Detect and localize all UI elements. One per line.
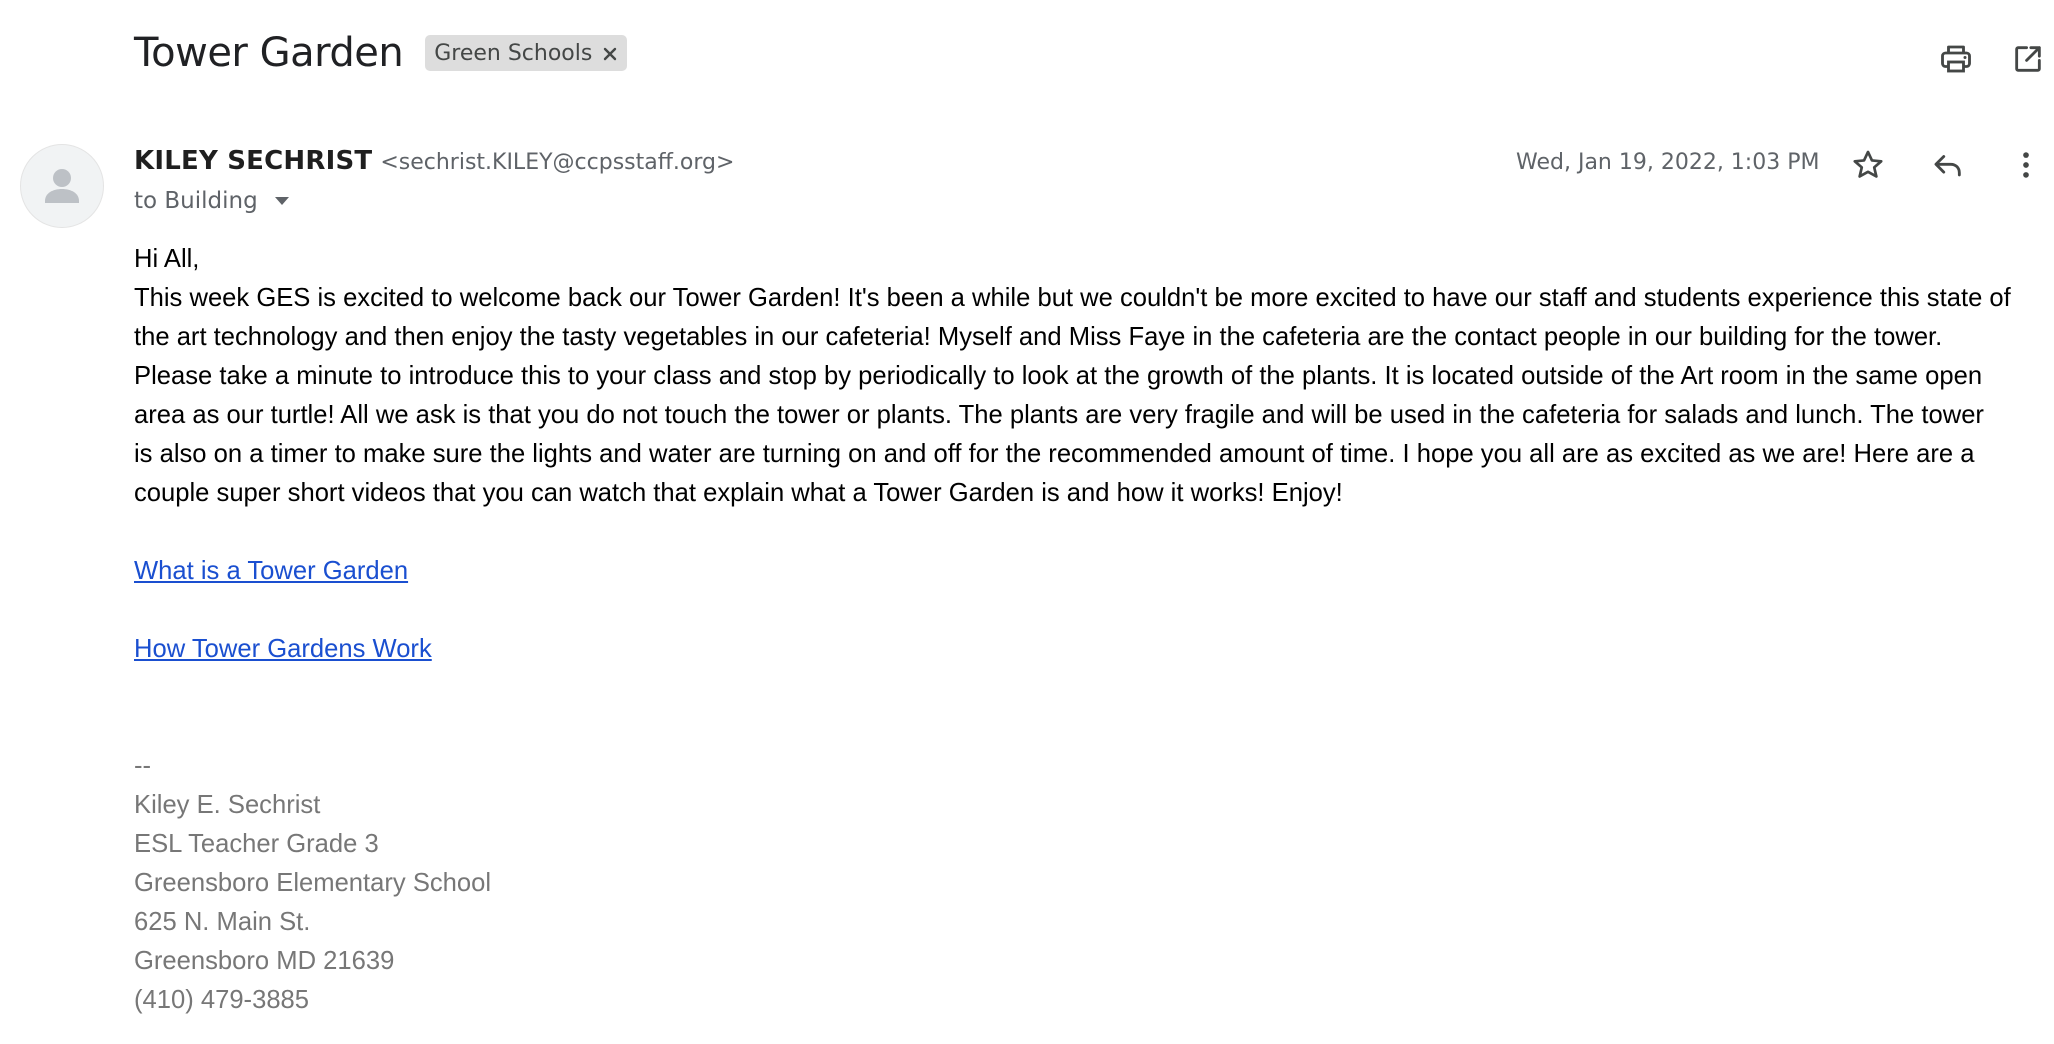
link-what-is-tower-garden[interactable]: What is a Tower Garden [134, 557, 408, 585]
reply-icon [1934, 155, 1961, 177]
open-in-new-window-icon [2015, 46, 2041, 72]
subject-row: Tower Garden Green Schools [134, 30, 628, 76]
email-body: Hi All, This week GES is excited to welc… [134, 240, 2054, 1020]
link-how-tower-gardens-work[interactable]: How Tower Gardens Work [134, 635, 432, 663]
star-icon [1853, 150, 1883, 178]
signature-name: Kiley E. Sechrist [134, 791, 321, 819]
greeting: Hi All, [134, 245, 200, 273]
body-line: This week GES is excited to welcome back… [134, 284, 2011, 312]
sender-email: <sechrist.KILEY@ccpsstaff.org> [380, 150, 735, 175]
caret-down-icon[interactable] [274, 196, 290, 206]
signature-school: Greensboro Elementary School [134, 869, 492, 897]
sender-avatar[interactable] [20, 144, 104, 228]
recipient-text: to Building [134, 188, 258, 214]
sender-name[interactable]: KILEY SECHRIST [134, 146, 372, 176]
body-line: the art technology and then enjoy the ta… [134, 323, 1943, 351]
signature-separator: -- [134, 752, 152, 780]
open-in-new-window-button[interactable] [2008, 39, 2048, 79]
signature-street: 625 N. Main St. [134, 908, 311, 936]
email-date: Wed, Jan 19, 2022, 1:03 PM [1516, 150, 1820, 175]
email-subject: Tower Garden [134, 30, 404, 76]
reply-button[interactable] [1928, 145, 1968, 185]
print-icon [1941, 45, 1971, 73]
signature-phone: (410) 479-3885 [134, 986, 310, 1014]
body-line: is also on a timer to make sure the ligh… [134, 440, 1975, 468]
more-options-button[interactable] [2006, 145, 2046, 185]
signature-city: Greensboro MD 21639 [134, 947, 395, 975]
label-chip-text: Green Schools [434, 40, 593, 66]
print-button[interactable] [1936, 39, 1976, 79]
signature-title: ESL Teacher Grade 3 [134, 830, 379, 858]
close-icon[interactable] [601, 44, 619, 62]
label-chip-green-schools[interactable]: Green Schools [425, 35, 628, 71]
recipient-row: to Building [134, 188, 290, 214]
body-line: area as our turtle! All we ask is that y… [134, 401, 1984, 429]
body-line: couple super short videos that you can w… [134, 479, 1343, 507]
more-vertical-icon [2023, 152, 2029, 178]
sender-row: KILEY SECHRIST <sechrist.KILEY@ccpsstaff… [134, 146, 734, 176]
star-button[interactable] [1848, 145, 1888, 185]
person-icon [45, 169, 79, 203]
body-line: Please take a minute to introduce this t… [134, 362, 1983, 390]
